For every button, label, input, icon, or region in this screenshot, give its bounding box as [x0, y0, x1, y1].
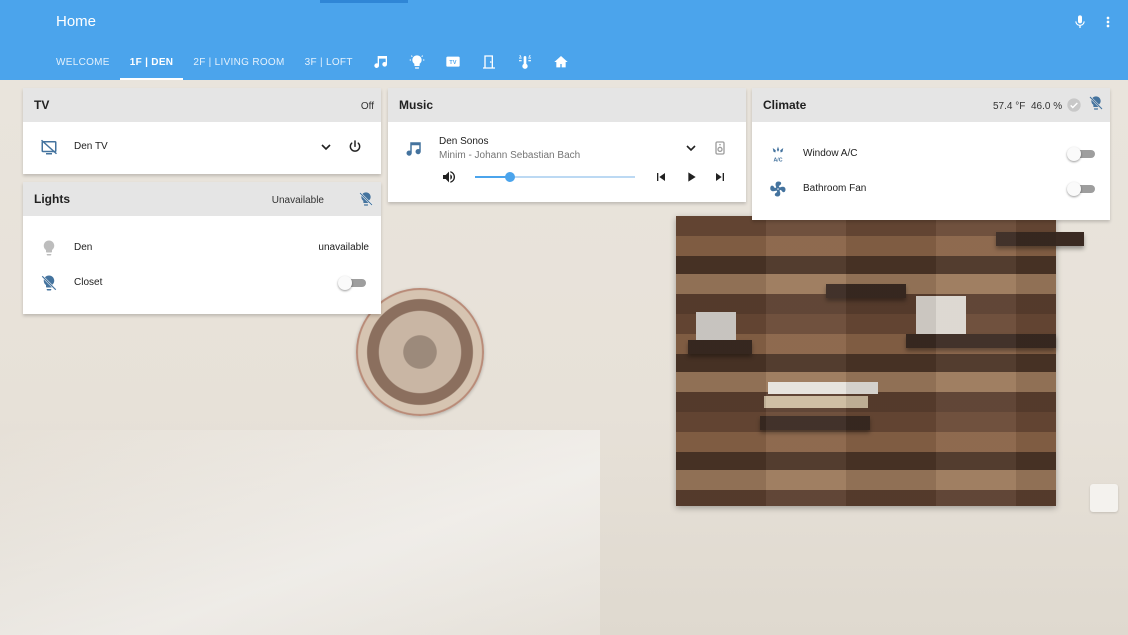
- light-switch-image: [1090, 484, 1118, 512]
- tab-music[interactable]: [363, 48, 399, 77]
- chevron-down-icon[interactable]: [318, 139, 334, 155]
- climate-card-title: Climate: [763, 98, 807, 112]
- climate-row-window-ac[interactable]: A/C Window A/C: [752, 139, 1110, 169]
- check-circle-icon[interactable]: [1066, 97, 1082, 113]
- tab-doors[interactable]: [471, 48, 507, 77]
- tv-card-header: TV Off: [23, 88, 381, 122]
- door-icon: [482, 55, 495, 69]
- tab-2f-living-room[interactable]: 2F | LIVING ROOM: [183, 48, 294, 80]
- tv-device-name[interactable]: Den TV: [74, 141, 108, 152]
- tv-card-state: Off: [360, 101, 374, 112]
- svg-text:TV: TV: [449, 60, 456, 66]
- music-card-header: Music: [388, 88, 746, 122]
- lightbulb-icon: [43, 240, 55, 256]
- more-vert-icon[interactable]: [1100, 13, 1116, 31]
- window-ac-toggle[interactable]: [1067, 147, 1095, 161]
- volume-slider[interactable]: [475, 172, 635, 182]
- climate-card: Climate 57.4 °F 46.0 % A/C Window A/C Ba…: [752, 88, 1110, 220]
- lightbulb-off-icon: [41, 275, 57, 291]
- light-row-closet[interactable]: Closet: [23, 268, 381, 298]
- lights-card-header: Lights Unavailable: [23, 182, 381, 216]
- skip-next-icon[interactable]: [712, 169, 728, 185]
- chevron-down-icon[interactable]: [683, 140, 699, 156]
- tab-3f-loft[interactable]: 3F | LOFT: [295, 48, 363, 80]
- player-track: Minim - Johann Sebastian Bach: [439, 150, 581, 161]
- lightbulb-off-icon[interactable]: [358, 191, 374, 207]
- climate-temperature: 57.4 °F: [993, 101, 1026, 112]
- climate-card-header: Climate 57.4 °F 46.0 %: [752, 88, 1110, 122]
- wood-wall-image: [676, 216, 1084, 506]
- ac-icon: A/C: [772, 146, 784, 164]
- thermometer-lines-icon: [518, 54, 531, 69]
- tab-climate[interactable]: [507, 48, 543, 77]
- view-tabs: WELCOME 1F | DEN 2F | LIVING ROOM 3F | L…: [46, 48, 579, 80]
- tv-off-icon: [40, 139, 58, 155]
- tv-icon: TV: [446, 56, 460, 67]
- climate-humidity: 46.0 %: [1031, 101, 1063, 112]
- tab-welcome[interactable]: WELCOME: [46, 48, 120, 80]
- climate-name-bathroom-fan: Bathroom Fan: [803, 183, 867, 194]
- closet-toggle[interactable]: [338, 276, 366, 290]
- skip-previous-icon[interactable]: [653, 169, 669, 185]
- fan-icon: [770, 181, 786, 197]
- lightbulb-icon: [409, 55, 425, 69]
- music-note-icon: [406, 142, 421, 156]
- svg-text:A/C: A/C: [773, 158, 782, 164]
- player-name[interactable]: Den Sonos: [439, 136, 488, 147]
- light-state-den: unavailable: [318, 242, 369, 253]
- microphone-icon[interactable]: [1072, 13, 1088, 31]
- app-header: Home WELCOME 1F | DEN 2F | LIVING ROOM 3…: [0, 0, 1128, 80]
- tab-lights[interactable]: [399, 48, 435, 77]
- music-note-icon: [374, 56, 387, 68]
- tv-card-title: TV: [34, 98, 50, 112]
- tab-1f-den[interactable]: 1F | DEN: [119, 48, 184, 80]
- music-card: Music Den Sonos Minim - Johann Sebastian…: [388, 88, 746, 202]
- lights-card-title: Lights: [34, 192, 70, 206]
- climate-row-bathroom-fan[interactable]: Bathroom Fan: [752, 174, 1110, 204]
- volume-high-icon[interactable]: [441, 169, 457, 185]
- home-icon: [554, 56, 568, 68]
- page-title: Home: [56, 13, 97, 30]
- volume-slider-knob[interactable]: [505, 172, 516, 182]
- play-icon[interactable]: [683, 169, 699, 185]
- light-name-den: Den: [74, 242, 93, 253]
- climate-name-window-ac: Window A/C: [803, 148, 858, 159]
- background-light: [0, 430, 600, 635]
- tv-card: TV Off Den TV: [23, 88, 381, 174]
- speaker-icon[interactable]: [712, 140, 728, 156]
- bathroom-fan-toggle[interactable]: [1067, 182, 1095, 196]
- lightbulb-off-icon[interactable]: [1088, 95, 1104, 111]
- tab-tv[interactable]: TV: [435, 48, 471, 77]
- light-row-den[interactable]: Den unavailable: [23, 233, 381, 263]
- power-icon[interactable]: [347, 139, 363, 155]
- music-card-title: Music: [399, 98, 434, 112]
- tv-device-row[interactable]: Den TV: [23, 132, 381, 162]
- tab-home[interactable]: [543, 48, 579, 77]
- header-indicator: [320, 0, 408, 3]
- lights-card: Lights Unavailable Den unavailable Close…: [23, 182, 381, 314]
- lights-card-state: Unavailable: [271, 195, 324, 206]
- light-name-closet: Closet: [74, 277, 103, 288]
